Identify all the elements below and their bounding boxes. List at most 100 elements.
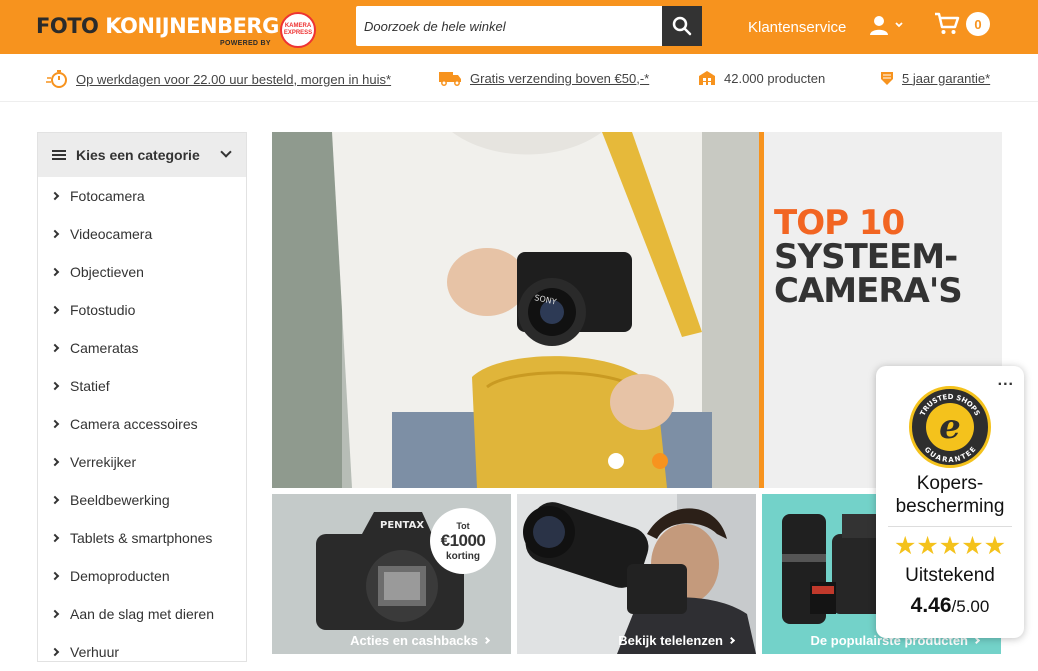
chevron-right-icon <box>50 457 60 467</box>
usp-warranty: 5 jaar garantie* <box>880 70 990 86</box>
usp-shipping-link[interactable]: Gratis verzending boven €50,-* <box>470 71 649 86</box>
rating-max: /5.00 <box>951 597 990 616</box>
chevron-right-icon <box>50 343 60 353</box>
shield-icon <box>881 72 893 85</box>
more-options-icon[interactable]: ... <box>998 372 1014 390</box>
tile-label: Acties en cashbacks <box>350 633 491 648</box>
sidebar-item-label: Statief <box>70 378 110 394</box>
chevron-right-icon <box>50 229 60 239</box>
hero-headline-line3: CAMERA'S <box>774 271 963 311</box>
sidebar-item-label: Fotocamera <box>70 188 145 204</box>
sidebar-item-label: Aan de slag met dieren <box>70 606 214 622</box>
hero-headline: TOP 10 SYSTEEM- CAMERA'S <box>774 206 963 311</box>
menu-icon <box>52 150 66 160</box>
rating-score: 4.46/5.00 <box>876 594 1024 618</box>
logo-word-konijnenberg: KONIJNENBERG <box>105 14 279 38</box>
usp-warranty-link[interactable]: 5 jaar garantie* <box>902 71 990 86</box>
chevron-right-icon <box>482 636 491 645</box>
tile-2-image <box>517 494 756 654</box>
sidebar-item-label: Objectieven <box>70 264 144 280</box>
cart-button[interactable]: 0 <box>934 12 990 36</box>
rating-value: 4.46 <box>910 594 952 617</box>
stopwatch-icon <box>46 70 67 88</box>
rating-stars: ★★★★★ <box>893 532 1007 560</box>
chevron-right-icon <box>50 609 60 619</box>
sidebar-item-label: Demoproducten <box>70 568 170 584</box>
account-menu[interactable] <box>868 14 904 36</box>
category-list: Fotocamera Videocamera Objectieven Fotos… <box>38 177 246 671</box>
chevron-right-icon <box>50 533 60 543</box>
sidebar-item-label: Cameratas <box>70 340 139 356</box>
sidebar-item-label: Verhuur <box>70 644 120 660</box>
user-icon <box>870 16 888 35</box>
sidebar-item-tablets-smartphones[interactable]: Tablets & smartphones <box>38 519 246 557</box>
hero-divider <box>759 132 764 488</box>
sidebar-item-label: Fotostudio <box>70 302 136 318</box>
search-input[interactable] <box>356 6 662 46</box>
chevron-right-icon <box>50 191 60 201</box>
chevron-right-icon <box>50 495 60 505</box>
promo-small-text: Tot <box>456 520 470 531</box>
cart-count-badge: 0 <box>966 12 990 36</box>
logo-word-foto: FOTO <box>36 14 99 38</box>
usp-delivery: Op werkdagen voor 22.00 uur besteld, mor… <box>46 70 391 88</box>
sidebar-item-label: Beeldbewerking <box>70 492 170 508</box>
chevron-down-icon <box>895 22 903 28</box>
tile-telelenzen[interactable]: Bekijk telelenzen <box>517 494 756 654</box>
search-bar <box>356 6 702 46</box>
carousel-dot-2[interactable] <box>652 453 668 469</box>
rating-verdict: Uitstekend <box>905 565 995 586</box>
chevron-right-icon <box>727 636 736 645</box>
search-button[interactable] <box>662 6 702 46</box>
customer-service-link[interactable]: Klantenservice <box>748 19 846 36</box>
logo[interactable]: FOTO KONIJNENBERG POWERED BY KAMERA EXPR… <box>36 12 316 48</box>
warehouse-icon <box>699 71 715 85</box>
promo-label: korting <box>446 550 480 562</box>
sidebar-item-camera-accessoires[interactable]: Camera accessoires <box>38 405 246 443</box>
hero-headline-line2: SYSTEEM- <box>774 237 958 277</box>
sidebar-item-label: Camera accessoires <box>70 416 198 432</box>
usp-products-text: 42.000 producten <box>724 70 826 86</box>
sidebar-item-verhuur[interactable]: Verhuur <box>38 633 246 671</box>
tile-label-text: Acties en cashbacks <box>350 633 478 648</box>
usp-delivery-link[interactable]: Op werkdagen voor 22.00 uur besteld, mor… <box>76 72 391 87</box>
cart-icon <box>935 12 960 34</box>
promo-badge: Tot €1000 korting <box>430 508 496 574</box>
sidebar-item-label: Verrekijker <box>70 454 137 470</box>
category-dropdown-toggle[interactable]: Kies een categorie <box>38 133 246 177</box>
seal-letter: e <box>926 403 974 451</box>
chevron-right-icon <box>50 381 60 391</box>
carousel-dot-1[interactable] <box>608 453 624 469</box>
chevron-right-icon <box>50 267 60 277</box>
sidebar-item-label: Tablets & smartphones <box>70 530 213 546</box>
chevron-right-icon <box>50 419 60 429</box>
usp-bar: Op werkdagen voor 22.00 uur besteld, mor… <box>0 54 1038 102</box>
chevron-right-icon <box>972 636 981 645</box>
chevron-right-icon <box>50 647 60 657</box>
sidebar-item-beeldbewerking[interactable]: Beeldbewerking <box>38 481 246 519</box>
sidebar-item-objectieven[interactable]: Objectieven <box>38 253 246 291</box>
sidebar-item-fotocamera[interactable]: Fotocamera <box>38 177 246 215</box>
sidebar-item-cameratas[interactable]: Cameratas <box>38 329 246 367</box>
sidebar-item-label: Videocamera <box>70 226 153 242</box>
category-sidebar: Kies een categorie Fotocamera Videocamer… <box>37 132 247 662</box>
sidebar-item-dieren[interactable]: Aan de slag met dieren <box>38 595 246 633</box>
kamera-express-badge: KAMERA EXPRESS <box>280 12 316 48</box>
divider <box>888 526 1012 527</box>
sidebar-item-fotostudio[interactable]: Fotostudio <box>38 291 246 329</box>
category-header-label: Kies een categorie <box>76 147 200 163</box>
hero-photo: SONY <box>272 132 759 488</box>
sidebar-item-demoproducten[interactable]: Demoproducten <box>38 557 246 595</box>
chevron-right-icon <box>50 571 60 581</box>
search-icon <box>672 16 692 36</box>
tile-label: Bekijk telelenzen <box>618 633 736 648</box>
chevron-down-icon <box>220 146 232 158</box>
usp-products: 42.000 producten <box>698 70 825 86</box>
sidebar-item-videocamera[interactable]: Videocamera <box>38 215 246 253</box>
carousel-dots <box>608 453 668 469</box>
tile-acties-cashbacks[interactable]: PENTAX Tot €1000 korting Acties en cashb… <box>272 494 511 654</box>
sidebar-item-statief[interactable]: Statief <box>38 367 246 405</box>
sidebar-item-verrekijker[interactable]: Verrekijker <box>38 443 246 481</box>
trusted-shops-widget[interactable]: ... TRUSTED SHOPS GUARANTEE e Kopers-bes… <box>876 366 1024 638</box>
chevron-right-icon <box>50 305 60 315</box>
